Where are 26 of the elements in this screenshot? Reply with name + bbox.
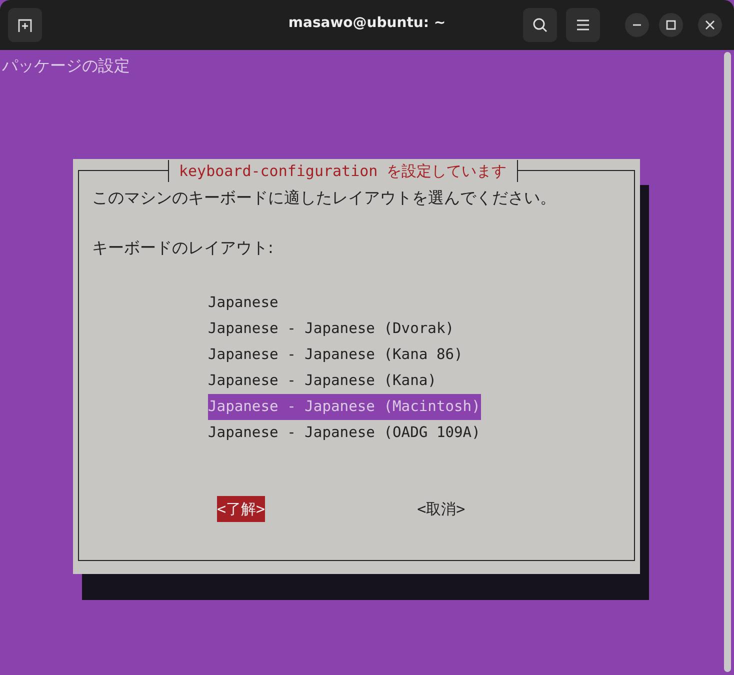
layout-option[interactable]: Japanese - Japanese (Kana) — [208, 368, 438, 394]
maximize-icon — [666, 20, 676, 30]
maximize-button[interactable] — [659, 13, 683, 37]
layout-option[interactable]: Japanese - Japanese (Dvorak) — [208, 316, 456, 342]
search-icon — [532, 17, 548, 33]
minimize-icon — [632, 24, 642, 26]
layout-option[interactable]: Japanese - Japanese (Macintosh) — [208, 394, 482, 420]
scrollbar[interactable] — [724, 52, 731, 672]
menu-button[interactable] — [566, 8, 600, 42]
cancel-button[interactable]: <取消> — [417, 496, 466, 522]
layout-option[interactable]: Japanese — [208, 290, 280, 316]
terminal-header: パッケージの設定 — [1, 55, 130, 77]
layout-label: キーボードのレイアウト: — [92, 237, 274, 259]
window-title: masawo@ubuntu: ~ — [288, 15, 446, 31]
new-tab-button[interactable] — [8, 8, 42, 42]
search-button[interactable] — [523, 8, 557, 42]
menu-icon — [576, 19, 590, 31]
close-button[interactable] — [698, 13, 722, 37]
close-icon — [705, 20, 715, 30]
ok-button[interactable]: <了解> — [217, 496, 266, 522]
layout-option[interactable]: Japanese - Japanese (OADG 109A) — [208, 420, 482, 446]
new-tab-icon — [17, 17, 33, 33]
dialog-title: keyboard-configuration を設定しています — [168, 160, 518, 182]
layout-option[interactable]: Japanese - Japanese (Kana 86) — [208, 342, 464, 368]
prompt-text: このマシンのキーボードに適したレイアウトを選んでください。 — [92, 187, 556, 209]
minimize-button[interactable] — [625, 13, 649, 37]
